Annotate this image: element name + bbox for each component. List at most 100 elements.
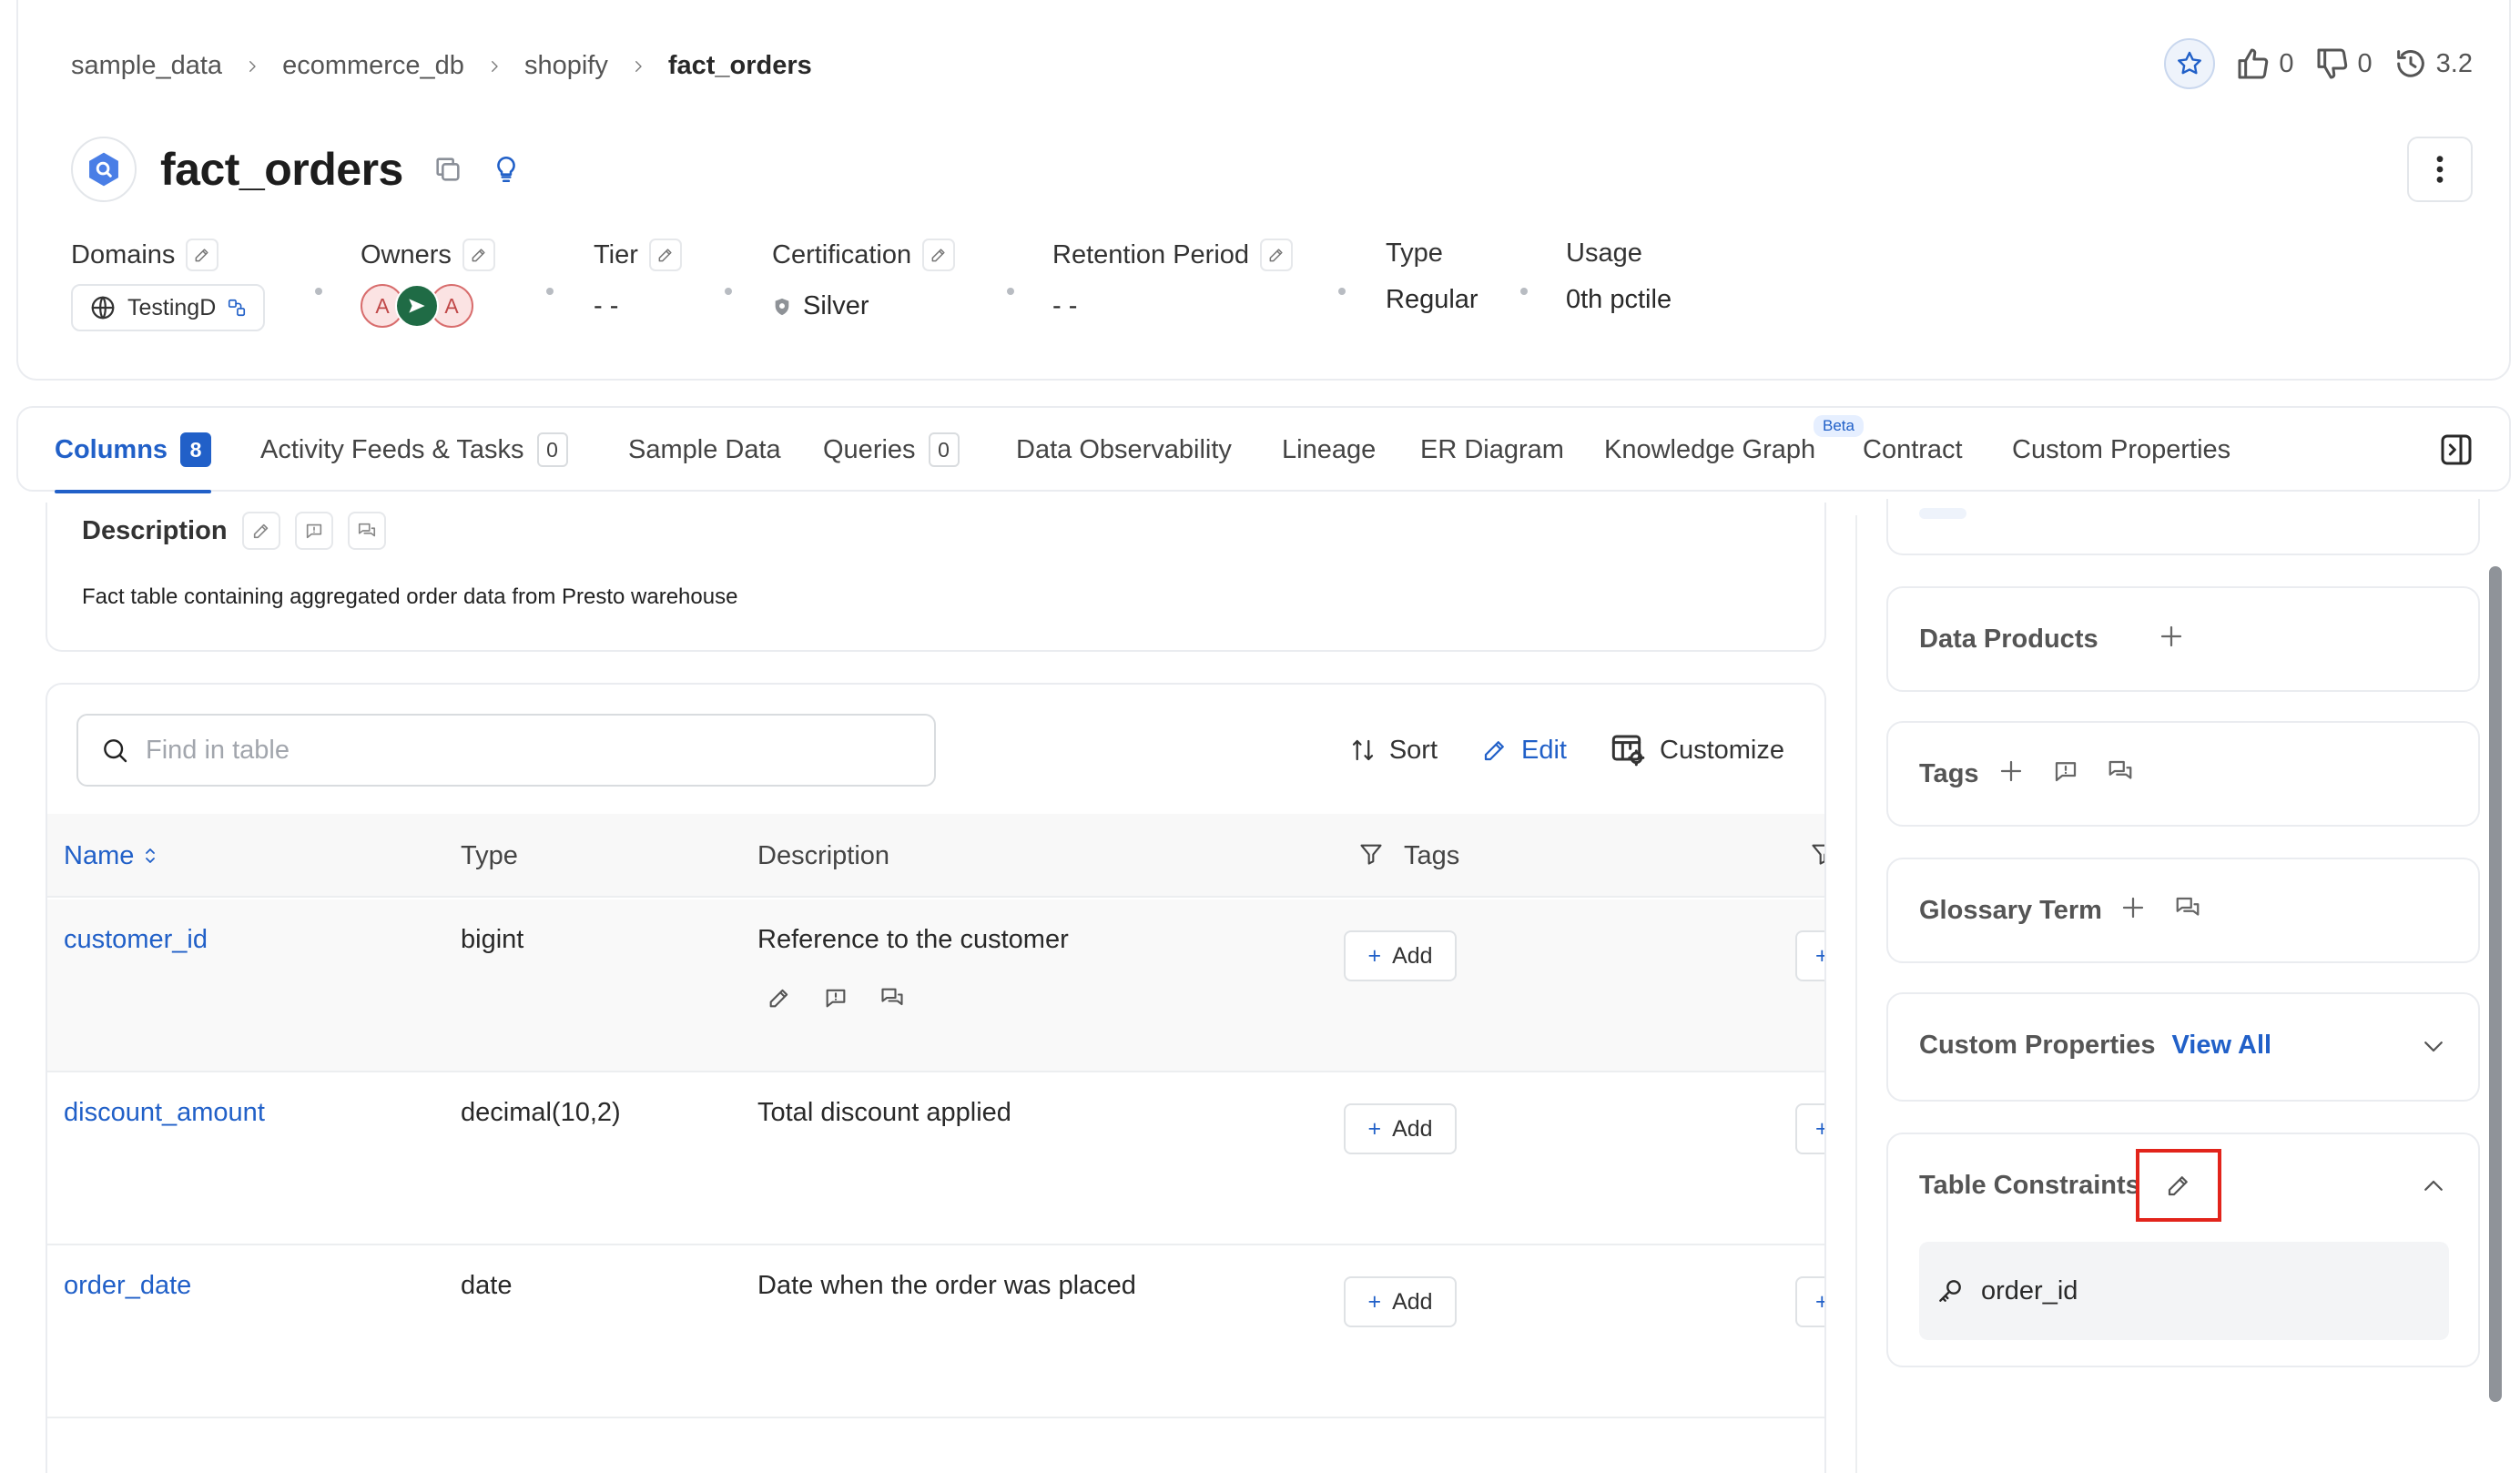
panel-toggle-icon[interactable]: [2438, 432, 2474, 468]
column-description: Date when the order was placed: [757, 1271, 1136, 1300]
tab-label: ER Diagram: [1420, 434, 1564, 464]
edit-retention-button[interactable]: [1260, 239, 1294, 271]
column-name-link[interactable]: discount_amount: [64, 1098, 265, 1128]
kebab-menu-icon: [2435, 154, 2444, 185]
conversation-icon[interactable]: [879, 985, 905, 1011]
add-tag-button[interactable]: + Add: [1344, 930, 1457, 981]
column-name-link[interactable]: order_date: [64, 1271, 191, 1301]
version-button[interactable]: 3.2: [2393, 46, 2473, 82]
table-header: Name Type Description Tags: [47, 814, 1824, 898]
filter-icon[interactable]: [1810, 841, 1824, 867]
view-all-link[interactable]: View All: [2171, 1031, 2271, 1061]
edit-columns-button[interactable]: Edit: [1481, 736, 1567, 766]
plus-icon[interactable]: [2158, 623, 2185, 650]
scrollbar[interactable]: [2489, 566, 2502, 1402]
downvote-count: 0: [2357, 48, 2373, 78]
search-placeholder: Find in table: [146, 735, 290, 765]
tab-count-badge: 8: [180, 432, 212, 467]
search-input[interactable]: Find in table: [76, 714, 936, 787]
copy-icon[interactable]: [432, 154, 463, 185]
usage-property: Usage 0th pctile: [1566, 239, 1672, 315]
column-header-description: Description: [757, 840, 890, 870]
chevron-down-icon[interactable]: [2420, 1032, 2447, 1060]
tab-data-observability[interactable]: Data Observability: [1016, 408, 1232, 492]
tab-lineage[interactable]: Lineage: [1282, 408, 1376, 492]
tab-activity-feeds[interactable]: Activity Feeds & Tasks 0: [260, 408, 568, 492]
usage-value: 0th pctile: [1566, 285, 1672, 314]
entity-title-row: fact_orders: [71, 137, 522, 202]
column-header-name[interactable]: Name: [64, 814, 158, 898]
breadcrumb-item-current: fact_orders: [667, 51, 812, 80]
edit-owners-button[interactable]: [462, 239, 495, 271]
plus-icon[interactable]: [1997, 757, 2025, 785]
conversation-button[interactable]: [347, 512, 386, 550]
tier-label: Tier: [594, 239, 638, 269]
filter-icon[interactable]: [1358, 841, 1384, 867]
columns-table-card: Find in table Sort Edit Customize Name T…: [46, 683, 1826, 1473]
table-constraints-title: Table Constraints: [1919, 1171, 2140, 1200]
plus-icon[interactable]: [2119, 894, 2147, 921]
tab-sample-data[interactable]: Sample Data: [628, 408, 781, 492]
tab-label: Queries: [823, 434, 916, 464]
table-row: discount_amount decimal(10,2) Total disc…: [47, 1072, 1824, 1245]
chevron-right-icon: [630, 58, 646, 75]
constraint-item: order_id: [1919, 1242, 2449, 1340]
tab-label: Data Observability: [1016, 434, 1232, 464]
add-tag-button[interactable]: + Add: [1344, 1276, 1457, 1327]
tab-knowledge-graph[interactable]: Knowledge Graph Beta: [1604, 408, 1864, 492]
edit-domains-button[interactable]: [186, 239, 219, 271]
request-tags-icon[interactable]: [2052, 757, 2079, 785]
column-header-tags: Tags: [1404, 840, 1460, 870]
separator-dot: [1338, 288, 1346, 295]
tab-custom-properties[interactable]: Custom Properties: [2012, 408, 2230, 492]
add-glossary-button[interactable]: +: [1795, 1276, 1824, 1327]
more-options-button[interactable]: [2407, 137, 2473, 202]
tab-er-diagram[interactable]: ER Diagram: [1420, 408, 1564, 492]
breadcrumb-item-sample-data[interactable]: sample_data: [71, 51, 222, 81]
downvote-button[interactable]: 0: [2314, 46, 2373, 82]
lightbulb-icon[interactable]: [491, 154, 522, 185]
edit-tier-button[interactable]: [648, 239, 682, 271]
tab-label: Knowledge Graph: [1604, 434, 1816, 464]
sort-button[interactable]: Sort: [1349, 736, 1438, 766]
column-name-link[interactable]: customer_id: [64, 925, 208, 955]
glossary-term-card: Glossary Term: [1886, 858, 2480, 963]
globe-icon: [89, 294, 117, 321]
bot-owner-avatar[interactable]: [395, 284, 439, 328]
tab-contract[interactable]: Contract: [1863, 408, 1963, 492]
tab-count-badge: 0: [928, 432, 960, 467]
follow-button[interactable]: [2164, 38, 2216, 89]
edit-certification-button[interactable]: [922, 239, 956, 271]
sort-icon: [1349, 736, 1377, 764]
bigquery-table-icon: [71, 137, 137, 202]
tab-queries[interactable]: Queries 0: [823, 408, 960, 492]
version-number: 3.2: [2435, 48, 2473, 78]
conversation-icon[interactable]: [2107, 757, 2134, 785]
edit-label: Edit: [1521, 735, 1567, 765]
column-header-type: Type: [461, 840, 518, 870]
chip-remnant: [1919, 508, 1966, 519]
description-card: Description Fact table containing aggreg…: [46, 503, 1826, 652]
add-glossary-button[interactable]: +: [1795, 1103, 1824, 1154]
upvote-button[interactable]: 0: [2235, 46, 2294, 82]
conversation-icon[interactable]: [2174, 894, 2201, 921]
previous-card-bottom: [1886, 499, 2480, 555]
edit-description-icon[interactable]: [767, 985, 792, 1011]
customize-button[interactable]: Customize: [1611, 732, 1784, 768]
tab-columns[interactable]: Columns 8: [55, 408, 212, 493]
add-glossary-button[interactable]: +: [1795, 930, 1824, 981]
edit-description-button[interactable]: [241, 512, 280, 550]
request-description-button[interactable]: [294, 512, 333, 550]
breadcrumb-item-shopify[interactable]: shopify: [524, 51, 608, 81]
add-tag-button[interactable]: + Add: [1344, 1103, 1457, 1154]
tab-label: Custom Properties: [2012, 434, 2231, 464]
tags-card: Tags: [1886, 721, 2480, 827]
chevron-up-icon[interactable]: [2420, 1173, 2447, 1200]
breadcrumb: sample_data ecommerce_db shopify fact_or…: [71, 51, 812, 81]
breadcrumb-item-ecommerce-db[interactable]: ecommerce_db: [282, 51, 464, 81]
table-toolbar: Sort Edit Customize: [1349, 732, 1784, 768]
edit-table-constraints-button[interactable]: [2136, 1149, 2221, 1222]
domain-chip[interactable]: TestingD: [71, 284, 266, 331]
request-description-icon[interactable]: [823, 985, 848, 1011]
tab-label: Lineage: [1282, 434, 1377, 464]
